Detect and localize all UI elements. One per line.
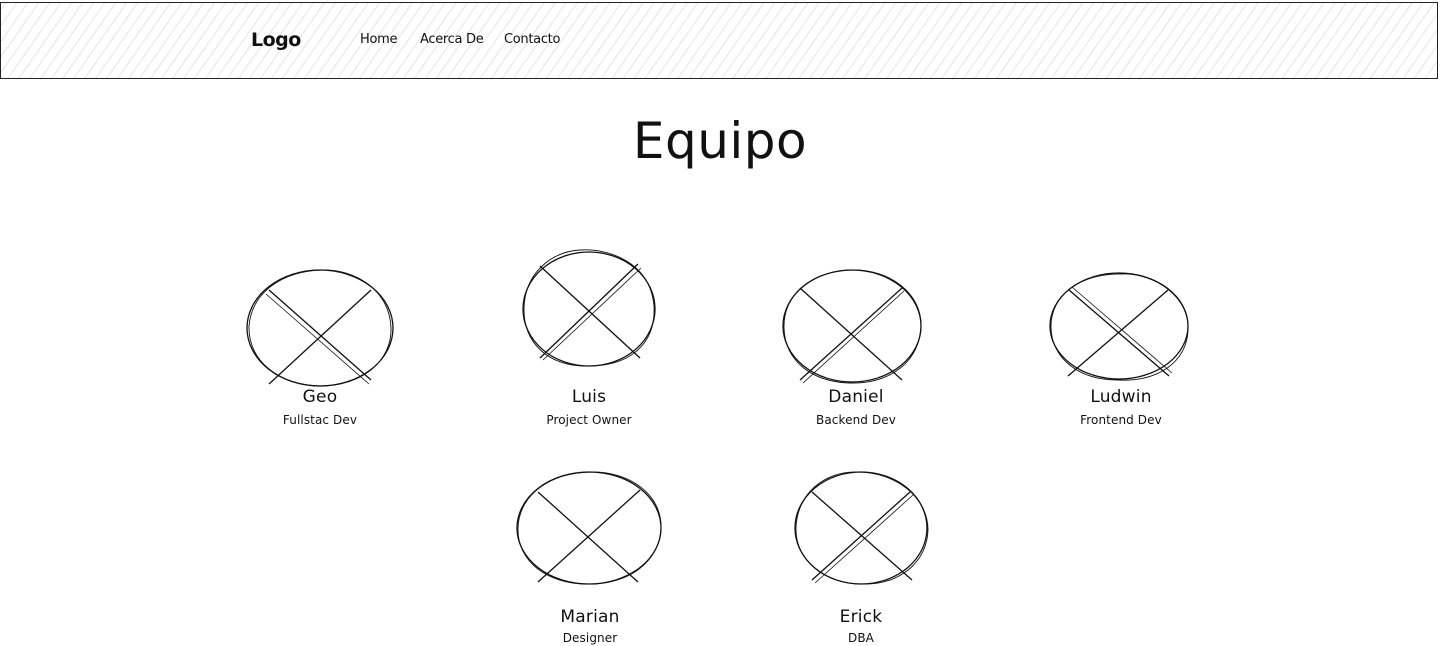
nav-link-contacto[interactable]: Contacto [504, 32, 560, 47]
team-member-card: Daniel Backend Dev [756, 264, 956, 432]
team-member-card: Erick DBA [761, 466, 961, 646]
team-member-card: Ludwin Frontend Dev [1021, 268, 1221, 432]
avatar-placeholder-icon [782, 269, 922, 384]
member-role: Frontend Dev [1080, 413, 1162, 427]
avatar-placeholder-icon [794, 471, 929, 585]
nav-link-acerca-de[interactable]: Acerca De [420, 32, 484, 47]
member-role: Project Owner [546, 413, 632, 427]
member-role: Backend Dev [816, 413, 896, 427]
avatar-placeholder-icon [516, 471, 662, 585]
team-member-card: Luis Project Owner [489, 246, 689, 432]
member-name: Luis [571, 387, 607, 407]
member-name: Ludwin [1090, 387, 1152, 407]
team-member-card: Geo Fullstac Dev [220, 262, 420, 432]
member-role: Fullstac Dev [282, 413, 358, 427]
member-name: Daniel [828, 387, 884, 407]
nav-link-home[interactable]: Home [360, 32, 398, 47]
team-member-card: Marian Designer [490, 466, 690, 646]
member-name: Geo [302, 387, 338, 407]
member-role: DBA [848, 631, 874, 645]
member-name: Erick [839, 607, 883, 627]
logo[interactable]: Logo [251, 29, 301, 51]
member-name: Marian [560, 607, 620, 627]
navbar: Logo Home Acerca De Contacto [0, 2, 1438, 79]
avatar-placeholder-icon [246, 269, 394, 387]
page-title: Equipo [632, 112, 808, 170]
avatar-placeholder-icon [1049, 272, 1189, 381]
avatar-placeholder-icon [522, 249, 656, 367]
member-role: Designer [562, 631, 618, 645]
page: Logo Home Acerca De Contacto Equipo Geo … [0, 0, 1440, 646]
